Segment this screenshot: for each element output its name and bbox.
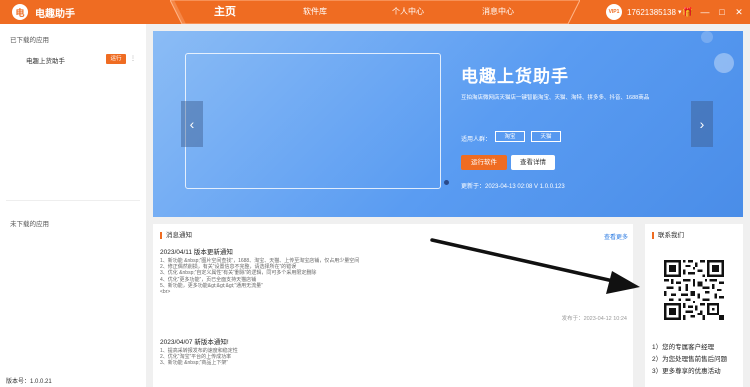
news-item-date: 发布于：2023-04-12 10:24 bbox=[561, 316, 627, 322]
sidebar-app-item[interactable]: 电趣上货助手 bbox=[26, 55, 65, 65]
close-button[interactable]: ✕ bbox=[731, 4, 747, 20]
app-title: 电趣助手 bbox=[35, 8, 75, 20]
app-logo: 电 电趣助手 bbox=[12, 4, 75, 20]
deco-circle bbox=[714, 53, 734, 73]
qr-code-icon bbox=[664, 260, 724, 320]
tag-tmall: 天猫 bbox=[531, 131, 561, 142]
nav-tab-home[interactable]: 主页 bbox=[200, 0, 250, 24]
vip-badge: VIP1 bbox=[606, 4, 622, 20]
contact-panel: 联系我们 1）您的专属客户经理 2）为您处理售前售后问题 3）更多尊享的优惠活动 bbox=[645, 224, 743, 387]
logo-icon: 电 bbox=[12, 4, 28, 20]
user-menu[interactable]: VIP1 17621385138 ▾ bbox=[606, 4, 681, 20]
minimize-button[interactable]: — bbox=[697, 4, 713, 20]
nav-tab-messages[interactable]: 消息中心 bbox=[470, 0, 526, 24]
banner-carousel: ‹ › 电趣上货助手 互拍淘店微网店天猫店一键智能淘宝、天猫、淘特、拼多多、抖音… bbox=[153, 31, 743, 217]
news-line: <br> bbox=[160, 289, 171, 296]
news-item-title: 2023/04/07 新版本通知! bbox=[160, 339, 229, 346]
nav-tab-software[interactable]: 软件库 bbox=[290, 0, 340, 24]
maximize-button[interactable]: □ bbox=[714, 4, 730, 20]
nav-tab-profile[interactable]: 个人中心 bbox=[380, 0, 436, 24]
logo-char: 电 bbox=[15, 8, 25, 19]
deco-circle bbox=[701, 31, 713, 43]
run-software-button[interactable]: 运行软件 bbox=[461, 155, 507, 170]
not-downloaded-heading: 未下载的应用 bbox=[10, 221, 49, 228]
audience-label: 适用人群： bbox=[461, 137, 492, 143]
user-phone: 17621385138 bbox=[627, 7, 676, 17]
title-bar: 电 电趣助手 主页 软件库 个人中心 消息中心 VIP1 17621385138… bbox=[0, 0, 750, 24]
news-item-title: 2023/04/11 版本更新通知 bbox=[160, 249, 233, 256]
view-details-button[interactable]: 查看详情 bbox=[511, 155, 555, 170]
news-item-body: 1、新功能 &nbsp;“图片空间查找”，1688、淘宝、天猫、上传至淘宝店铺，… bbox=[160, 258, 359, 295]
contact-line: 2）为您处理售前售后问题 bbox=[652, 356, 728, 363]
news-line: 3、新功能 &nbsp;“商品上下架” bbox=[160, 360, 229, 367]
carousel-dot[interactable] bbox=[444, 180, 449, 185]
sidebar: 已下载的应用 电趣上货助手 运行 ⋮ 未下载的应用 版本号：1.0.0.21 bbox=[0, 24, 146, 387]
contact-line: 1）您的专属客户经理 bbox=[652, 344, 715, 351]
news-panel: 消息通知 查看更多 2023/04/11 版本更新通知 1、新功能 &nbsp;… bbox=[153, 224, 633, 387]
news-item-body: 1、提高采转报发布的速度和稳定性 2、优化“淘宝”平台的上传成功率 3、新功能 … bbox=[160, 348, 238, 367]
banner-title: 电趣上货助手 bbox=[461, 67, 569, 86]
contact-line: 3）更多尊享的优惠活动 bbox=[652, 368, 721, 375]
sidebar-divider bbox=[6, 200, 140, 201]
more-icon[interactable]: ⋮ bbox=[130, 55, 136, 62]
version-label: 版本号：1.0.0.21 bbox=[6, 379, 52, 385]
news-heading: 消息通知 bbox=[160, 232, 192, 239]
downloaded-heading: 已下载的应用 bbox=[10, 37, 49, 44]
prev-arrow-icon[interactable]: ‹ bbox=[181, 101, 203, 147]
tag-taobao: 淘宝 bbox=[495, 131, 525, 142]
update-info: 更新于：2023-04-13 02:08 V 1.0.0.123 bbox=[461, 184, 565, 190]
next-arrow-icon[interactable]: › bbox=[691, 101, 713, 147]
banner-image-frame bbox=[185, 53, 441, 189]
run-badge[interactable]: 运行 bbox=[106, 54, 126, 64]
gift-icon[interactable]: 🎁 bbox=[680, 4, 696, 20]
view-more-link[interactable]: 查看更多 bbox=[604, 232, 628, 241]
banner-subtitle: 互拍淘店微网店天猫店一键智能淘宝、天猫、淘特、拼多多、抖音、1688商品 bbox=[461, 95, 650, 101]
contact-heading: 联系我们 bbox=[652, 232, 684, 239]
